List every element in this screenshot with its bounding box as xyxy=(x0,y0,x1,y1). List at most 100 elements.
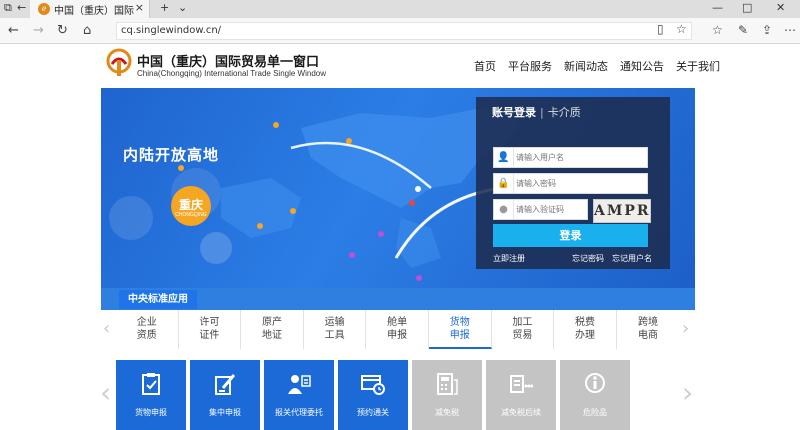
calculator-icon xyxy=(437,373,458,395)
cat-label-1: 舱单 xyxy=(387,317,408,328)
site-header: 中国（重庆）国际贸易单一窗口 China(Chongqing) Internat… xyxy=(0,44,800,88)
home-icon[interactable]: ⌂ xyxy=(83,23,91,38)
category-processing-trade[interactable]: 加工 贸易 xyxy=(492,310,555,349)
category-goods-declaration[interactable]: 货物 申报 xyxy=(428,310,492,349)
cat-label-2: 工具 xyxy=(324,330,345,341)
site-subtitle: China(Chongqing) International Trade Sin… xyxy=(137,69,326,78)
login-panel: 账号登录 | 卡介质 👤 🔒 ● AMPR 登录 立即注册 忘记密码 忘记用户名 xyxy=(476,97,670,269)
address-bar-row: ← → ↻ ⌂ cq.singlewindow.cn/ ▯ ☆ ☆ ✎ ⇪ ⋯ xyxy=(0,18,800,44)
browser-tab[interactable]: ℯ 中国（重庆）国际贸易... × xyxy=(30,0,150,18)
tile-tax-exemption[interactable]: 减免税 xyxy=(412,360,482,430)
user-icon: 👤 xyxy=(494,148,514,167)
category-licenses[interactable]: 许可 证件 xyxy=(179,310,242,349)
tile-goods-declaration[interactable]: 货物申报 xyxy=(116,360,186,430)
maximize-icon[interactable]: □ xyxy=(742,1,752,14)
username-input[interactable] xyxy=(516,150,641,165)
service-tiles: 货物申报 集中申报 报关代理委托 预约通关 减免税 减免税后续 危险品 xyxy=(116,360,630,430)
cat-label-1: 税费 xyxy=(574,317,595,328)
shield-icon: ● xyxy=(494,200,514,219)
cat-label-2: 申报 xyxy=(387,330,408,341)
cat-label-1: 跨境 xyxy=(638,317,659,328)
card-clock-icon xyxy=(361,375,385,395)
more-menu-icon[interactable]: ⋯ xyxy=(784,23,796,37)
tiles-next-icon[interactable]: › xyxy=(682,376,693,409)
password-input[interactable] xyxy=(516,176,641,191)
back-tabs-icon[interactable]: ← xyxy=(17,1,26,14)
category-tax[interactable]: 税费 办理 xyxy=(554,310,617,349)
nav-home[interactable]: 首页 xyxy=(474,58,496,74)
tile-label: 减免税后续 xyxy=(501,408,541,417)
browser-tab-bar: ⧉ ← ℯ 中国（重庆）国际贸易... × + ⌄ — □ ✕ xyxy=(0,0,800,18)
password-field[interactable]: 🔒 xyxy=(493,173,648,194)
tile-label: 集中申报 xyxy=(209,408,241,417)
login-tabs: 账号登录 | 卡介质 xyxy=(492,104,581,120)
categories-prev-icon[interactable]: ‹ xyxy=(103,318,110,339)
category-enterprise-qualification[interactable]: 企业 资质 xyxy=(116,310,179,349)
tab-list-chevron-icon[interactable]: ⌄ xyxy=(178,1,187,14)
cat-label-2: 贸易 xyxy=(512,330,533,341)
cat-label-1: 运输 xyxy=(324,317,345,328)
refresh-icon[interactable]: ↻ xyxy=(57,23,68,38)
favorite-star-icon[interactable]: ☆ xyxy=(676,22,687,36)
forgot-password-link[interactable]: 忘记密码 xyxy=(572,253,604,264)
login-button[interactable]: 登录 xyxy=(493,224,648,247)
tile-hazardous-goods[interactable]: 危险品 xyxy=(560,360,630,430)
forward-icon[interactable]: → xyxy=(33,23,44,38)
section-tab-central-standard[interactable]: 中央标准应用 xyxy=(119,290,197,309)
captcha-input[interactable] xyxy=(516,202,586,217)
category-row: 企业 资质 许可 证件 原产 地证 运输 工具 舱单 申报 货物 申报 加工 贸易 税费 办理 … xyxy=(116,310,680,349)
lock-icon: 🔒 xyxy=(494,174,514,193)
new-tab-icon[interactable]: + xyxy=(160,1,169,14)
category-ecommerce[interactable]: 跨境 电商 xyxy=(617,310,680,349)
captcha-image[interactable]: AMPR xyxy=(593,199,651,223)
close-tab-icon[interactable]: × xyxy=(135,1,144,14)
captcha-field[interactable]: ● xyxy=(493,199,588,220)
clipboard-check-icon xyxy=(142,373,160,395)
cat-label-2: 申报 xyxy=(449,330,470,341)
cat-label-2: 资质 xyxy=(136,330,157,341)
tile-label: 报关代理委托 xyxy=(275,408,323,417)
tile-tax-exemption-followup[interactable]: 减免税后续 xyxy=(486,360,556,430)
category-transport[interactable]: 运输 工具 xyxy=(304,310,367,349)
site-name: 中国（重庆）国际贸易单一窗口 xyxy=(137,55,320,70)
nav-news[interactable]: 新闻动态 xyxy=(564,58,608,74)
cat-label-1: 货物 xyxy=(449,317,470,328)
tax-followup-icon xyxy=(510,375,533,393)
favorites-bar-icon[interactable]: ☆ xyxy=(712,23,723,37)
tab-card-login[interactable]: 卡介质 xyxy=(548,106,581,119)
categories-next-icon[interactable]: › xyxy=(682,318,689,339)
cat-label-1: 加工 xyxy=(512,317,533,328)
category-origin-certificate[interactable]: 原产 地证 xyxy=(241,310,304,349)
city-name: 重庆 xyxy=(178,198,203,212)
forgot-username-link[interactable]: 忘记用户名 xyxy=(612,253,652,264)
nav-platform-services[interactable]: 平台服务 xyxy=(508,58,552,74)
username-field[interactable]: 👤 xyxy=(493,147,648,168)
tile-appointment-clearance[interactable]: 预约通关 xyxy=(338,360,408,430)
register-link[interactable]: 立即注册 xyxy=(493,253,525,264)
city-name-en: CHONGQING xyxy=(175,212,207,218)
reading-view-icon[interactable]: ▯ xyxy=(657,22,664,36)
minimize-icon[interactable]: — xyxy=(712,1,723,14)
banner-slogan: 内陆开放高地 xyxy=(123,146,220,164)
tile-label: 危险品 xyxy=(583,408,607,417)
nav-notices[interactable]: 通知公告 xyxy=(620,58,664,74)
tile-customs-agent[interactable]: 报关代理委托 xyxy=(264,360,334,430)
pen-document-icon xyxy=(215,374,236,395)
pen-icon[interactable]: ✎ xyxy=(738,23,748,37)
category-manifest[interactable]: 舱单 申报 xyxy=(366,310,429,349)
cat-label-1: 原产 xyxy=(261,317,282,328)
nav-about[interactable]: 关于我们 xyxy=(676,58,720,74)
window-close-icon[interactable]: ✕ xyxy=(776,1,785,14)
tile-label: 货物申报 xyxy=(135,408,167,417)
tab-actions-icon[interactable]: ⧉ xyxy=(4,1,12,15)
back-icon[interactable]: ← xyxy=(8,23,19,38)
url-field[interactable]: cq.singlewindow.cn/ xyxy=(116,22,692,40)
share-icon[interactable]: ⇪ xyxy=(762,23,772,37)
cat-label-2: 证件 xyxy=(199,330,220,341)
site-logo-icon[interactable] xyxy=(106,48,132,78)
tab-account-login[interactable]: 账号登录 xyxy=(492,106,536,119)
tile-centralized-declaration[interactable]: 集中申报 xyxy=(190,360,260,430)
cat-label-2: 办理 xyxy=(574,330,595,341)
main-nav: 首页 平台服务 新闻动态 通知公告 关于我们 xyxy=(474,58,720,74)
tiles-prev-icon[interactable]: ‹ xyxy=(100,376,111,409)
